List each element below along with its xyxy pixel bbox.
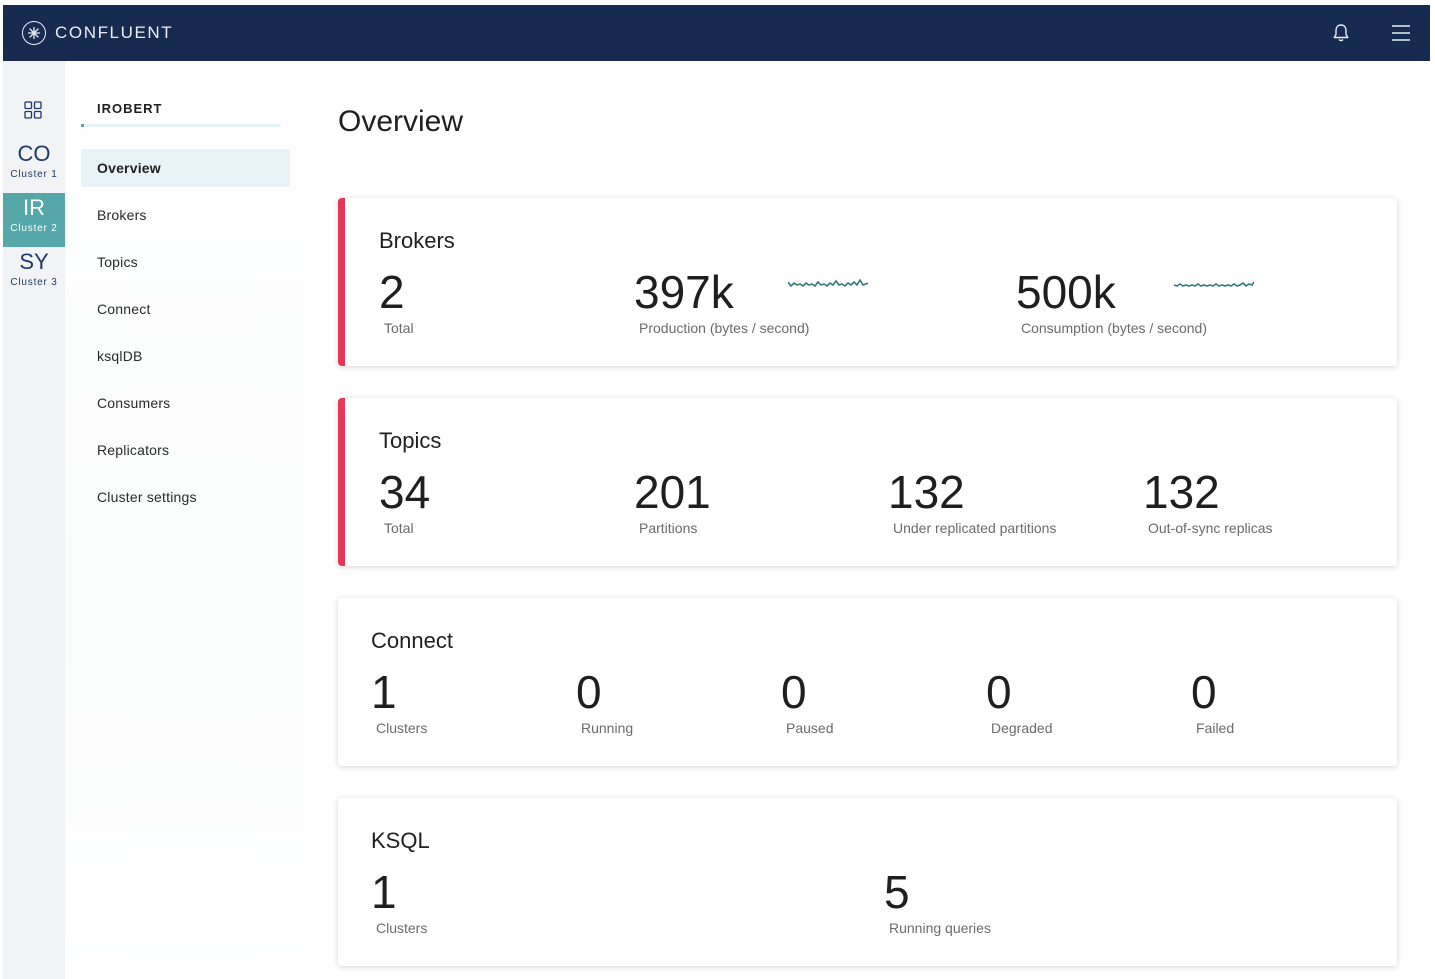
connect-card[interactable]: Connect 1 Clusters 0 Running 0 Paused 0 … xyxy=(338,598,1397,766)
main-content: Overview Brokers 2 Total 397k Production… xyxy=(305,61,1430,979)
stat-label: Total xyxy=(384,520,414,536)
stat-label: Running queries xyxy=(889,920,991,936)
stat-value: 1 xyxy=(371,866,397,918)
stat-failed: 0 Failed xyxy=(1191,666,1234,736)
nav-item-connect[interactable]: Connect xyxy=(81,290,290,328)
nav-item-consumers[interactable]: Consumers xyxy=(81,384,290,422)
stat-value: 0 xyxy=(1191,666,1217,718)
stat-value: 34 xyxy=(379,466,431,518)
stat-label: Out-of-sync replicas xyxy=(1148,520,1273,536)
page-title: Overview xyxy=(338,105,464,138)
stat-value: 132 xyxy=(1143,466,1220,518)
brand[interactable]: CONFLUENT xyxy=(22,21,173,45)
stat-label: Total xyxy=(384,320,414,336)
stat-value: 201 xyxy=(634,466,711,518)
stat-label: Clusters xyxy=(376,920,428,936)
card-title: KSQL xyxy=(371,828,430,853)
stat-running: 0 Running xyxy=(576,666,633,736)
stat-running-queries: 5 Running queries xyxy=(884,866,991,936)
cluster-label: Cluster 2 xyxy=(10,223,58,234)
stat-label: Failed xyxy=(1196,720,1235,736)
stat-production: 397k Production (bytes / second) xyxy=(634,266,809,336)
stat-value: 1 xyxy=(371,666,397,718)
stat-label: Under replicated partitions xyxy=(893,520,1057,536)
consumption-sparkline xyxy=(1174,281,1254,288)
stat-label: Running xyxy=(581,720,634,736)
confluent-logo-icon xyxy=(22,21,46,45)
card-title: Topics xyxy=(379,428,442,453)
brokers-card[interactable]: Brokers 2 Total 397k Production (bytes /… xyxy=(338,198,1397,366)
stat-out-of-sync: 132 Out-of-sync replicas xyxy=(1143,466,1272,536)
cluster-name: IROBERT xyxy=(97,101,163,116)
ksql-card[interactable]: KSQL 1 Clusters 5 Running queries xyxy=(338,798,1397,966)
nav-item-topics[interactable]: Topics xyxy=(81,243,290,281)
nav-item-cluster-settings[interactable]: Cluster settings xyxy=(81,478,290,516)
stat-value: 0 xyxy=(986,666,1012,718)
stat-paused: 0 Paused xyxy=(781,666,833,736)
stat-value: 0 xyxy=(576,666,602,718)
hamburger-menu-icon[interactable] xyxy=(1390,22,1412,44)
brand-name: CONFLUENT xyxy=(55,23,174,42)
cluster-nav: IROBERT Overview Brokers Topics Connect … xyxy=(65,61,305,979)
cluster-name-underline xyxy=(81,124,281,127)
stat-label: Consumption (bytes / second) xyxy=(1021,320,1207,336)
topics-card[interactable]: Topics 34 Total 201 Partitions 132 Under… xyxy=(338,398,1397,566)
cluster-abbr: IR xyxy=(23,195,45,220)
cluster-1-switch[interactable]: CO Cluster 1 xyxy=(3,139,65,193)
nav-item-overview[interactable]: Overview xyxy=(81,149,290,187)
cluster-abbr: CO xyxy=(17,141,51,166)
stat-value: 5 xyxy=(884,866,910,918)
top-bar: CONFLUENT xyxy=(3,5,1430,61)
stat-under-replicated: 132 Under replicated partitions xyxy=(888,466,1056,536)
production-sparkline xyxy=(788,278,868,288)
card-title: Brokers xyxy=(379,228,455,253)
cluster-label: Cluster 1 xyxy=(10,169,58,180)
nav-list: Overview Brokers Topics Connect ksqlDB C… xyxy=(81,149,290,525)
topbar-actions xyxy=(1330,22,1412,44)
nav-item-brokers[interactable]: Brokers xyxy=(81,196,290,234)
app-window: CONFLUENT CO Cluster 1 IR Cluster 2 SY C… xyxy=(3,5,1430,979)
cluster-abbr: SY xyxy=(19,249,49,274)
stat-degraded: 0 Degraded xyxy=(986,666,1053,736)
stat-label: Clusters xyxy=(376,720,428,736)
stat-value: 0 xyxy=(781,666,807,718)
bell-icon[interactable] xyxy=(1330,22,1352,44)
stat-value: 132 xyxy=(888,466,965,518)
stat-label: Production (bytes / second) xyxy=(639,320,810,336)
nav-item-replicators[interactable]: Replicators xyxy=(81,431,290,469)
stat-value: 397k xyxy=(634,266,734,318)
cluster-label: Cluster 3 xyxy=(10,277,58,288)
stat-total-topics: 34 Total xyxy=(379,466,430,536)
stat-label: Partitions xyxy=(639,520,698,536)
stat-connect-clusters: 1 Clusters xyxy=(371,666,427,736)
stat-partitions: 201 Partitions xyxy=(634,466,711,536)
grid-icon[interactable] xyxy=(24,101,42,119)
stat-label: Paused xyxy=(786,720,834,736)
card-title: Connect xyxy=(371,628,453,653)
stat-ksql-clusters: 1 Clusters xyxy=(371,866,427,936)
cluster-2-switch[interactable]: IR Cluster 2 xyxy=(3,193,65,247)
cluster-rail: CO Cluster 1 IR Cluster 2 SY Cluster 3 xyxy=(3,61,65,979)
nav-item-ksqldb[interactable]: ksqlDB xyxy=(81,337,290,375)
stat-value: 2 xyxy=(379,266,405,318)
stat-total-brokers: 2 Total xyxy=(379,266,414,336)
stat-label: Degraded xyxy=(991,720,1053,736)
cluster-3-switch[interactable]: SY Cluster 3 xyxy=(3,247,65,301)
